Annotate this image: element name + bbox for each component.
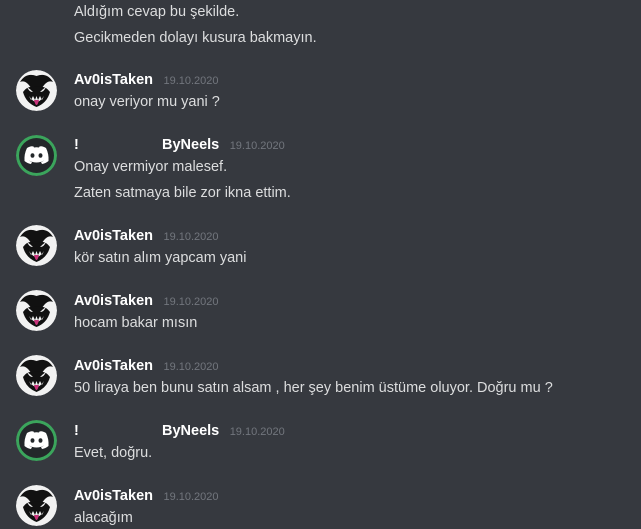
username[interactable]: Av0isTaken: [74, 293, 153, 309]
message-line: kör satın alım yapcam yani: [74, 250, 247, 266]
message-header: Av0isTaken 19.10.2020: [74, 291, 219, 311]
timestamp: 19.10.2020: [163, 361, 219, 373]
timestamp: 19.10.2020: [163, 75, 219, 87]
message-line: 50 liraya ben bunu satın alsam , her şey…: [74, 380, 553, 396]
username[interactable]: Av0isTaken: [74, 358, 153, 374]
venom-avatar-icon[interactable]: [16, 225, 57, 266]
message-header: ! ByNeels 19.10.2020: [74, 421, 285, 441]
username[interactable]: ByNeels: [162, 423, 219, 439]
timestamp: 19.10.2020: [163, 491, 219, 503]
username[interactable]: Av0isTaken: [74, 488, 153, 504]
venom-avatar-icon[interactable]: [16, 290, 57, 331]
message-header: ! ByNeels 19.10.2020: [74, 135, 285, 155]
message-line: Onay vermiyor malesef.: [74, 159, 228, 175]
message-line: hocam bakar mısın: [74, 315, 198, 331]
username-prefix: !: [74, 423, 79, 439]
username-prefix: !: [74, 137, 79, 153]
discord-logo-avatar-icon[interactable]: [16, 135, 57, 176]
message-line: alacağım: [74, 510, 133, 526]
message-line: Evet, doğru.: [74, 445, 153, 461]
venom-avatar-icon[interactable]: [16, 485, 57, 526]
username[interactable]: Av0isTaken: [74, 72, 153, 88]
message-header: Av0isTaken 19.10.2020: [74, 486, 219, 506]
message-line: onay veriyor mu yani ?: [74, 94, 220, 110]
username[interactable]: ByNeels: [162, 137, 219, 153]
message-header: Av0isTaken 19.10.2020: [74, 70, 219, 90]
venom-avatar-icon[interactable]: [16, 355, 57, 396]
message-line: Zaten satmaya bile zor ikna ettim.: [74, 185, 291, 201]
message-header: Av0isTaken 19.10.2020: [74, 226, 219, 246]
venom-avatar-icon[interactable]: [16, 70, 57, 111]
timestamp: 19.10.2020: [229, 140, 285, 152]
timestamp: 19.10.2020: [163, 231, 219, 243]
discord-logo-avatar-icon[interactable]: [16, 420, 57, 461]
message-header: Av0isTaken 19.10.2020: [74, 356, 219, 376]
message-line: Gecikmeden dolayı kusura bakmayın.: [74, 30, 317, 46]
username[interactable]: Av0isTaken: [74, 228, 153, 244]
timestamp: 19.10.2020: [163, 296, 219, 308]
message-line: Aldığım cevap bu şekilde.: [74, 4, 240, 20]
chat-message-list: Aldığım cevap bu şekilde. Gecikmeden dol…: [0, 0, 641, 529]
timestamp: 19.10.2020: [229, 426, 285, 438]
